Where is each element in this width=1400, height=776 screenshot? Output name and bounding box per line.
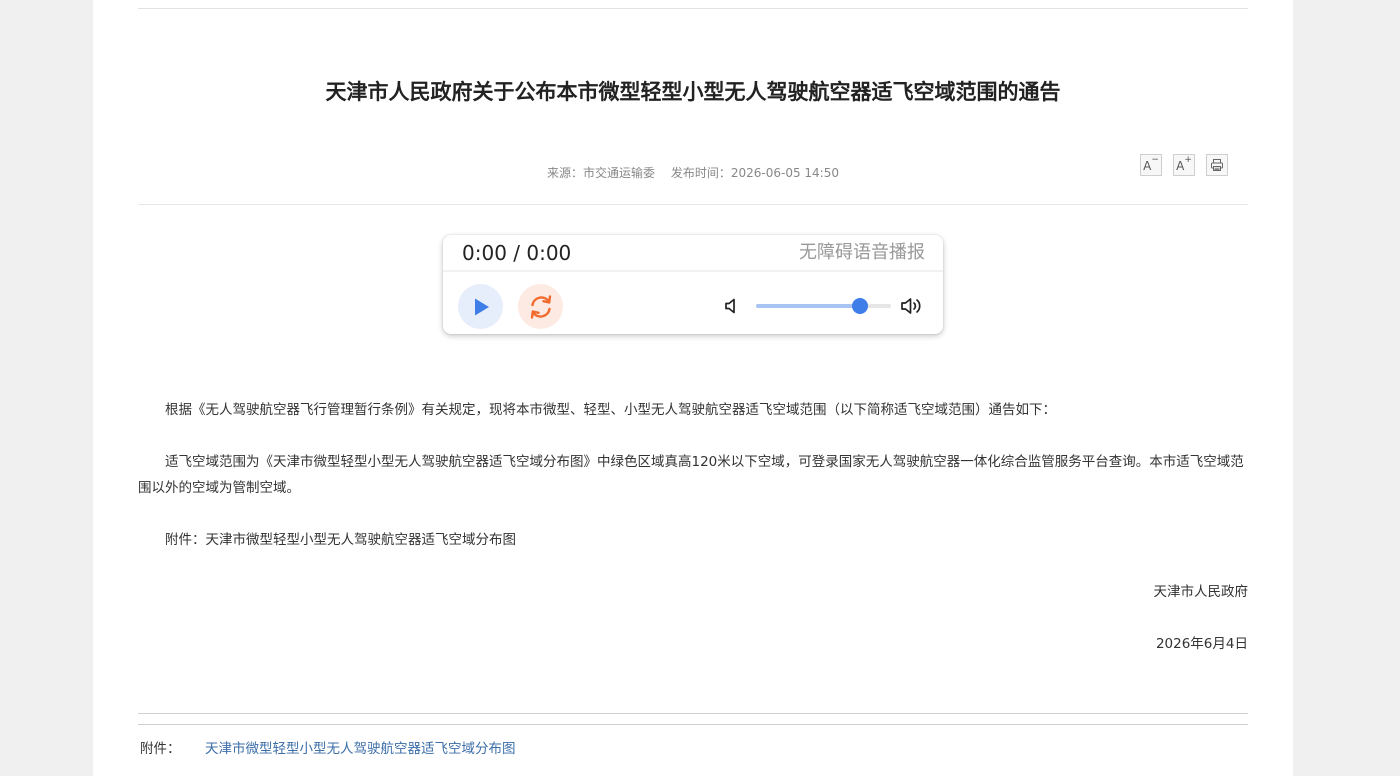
signature-date: 2026年6月4日: [1155, 636, 1248, 652]
meta-divider: [138, 204, 1248, 205]
top-divider: [138, 8, 1248, 9]
signature-org: 天津市人民政府: [1153, 584, 1249, 600]
play-icon: [474, 298, 489, 315]
body-paragraph-1: 根据《无人驾驶航空器飞行管理暂行条例》有关规定，现将本市微型、轻型、小型无人驾驶…: [165, 402, 1056, 418]
body-paragraph-2: 适飞空域范围为《天津市微型轻型小型无人驾驶航空器适飞空域分布图》中绿色区域真高1…: [138, 454, 1244, 496]
font-increase-icon: A+: [1176, 154, 1192, 173]
volume-slider[interactable]: [756, 298, 891, 314]
article-source: 来源：市交通运输委: [547, 166, 656, 180]
volume-high-icon[interactable]: [900, 295, 924, 317]
play-button[interactable]: [458, 284, 503, 329]
article-publish-time: 发布时间：2026-06-05 14:50: [670, 166, 839, 180]
body-paragraph-3: 附件：天津市微型轻型小型无人驾驶航空器适飞空域分布图: [165, 532, 516, 548]
font-decrease-icon: A−: [1143, 154, 1159, 173]
font-increase-button[interactable]: A+: [1173, 154, 1195, 176]
print-button[interactable]: [1206, 154, 1228, 176]
article-title: 天津市人民政府关于公布本市微型轻型小型无人驾驶航空器适飞空域范围的通告: [325, 80, 1061, 105]
bottom-divider-1: [138, 713, 1248, 714]
player-label: 无障碍语音播报: [799, 242, 925, 263]
player-divider: [443, 270, 943, 272]
article-meta: 来源：市交通运输委 发布时间：2026-06-05 14:50: [138, 164, 1248, 181]
font-decrease-button[interactable]: A−: [1140, 154, 1162, 176]
volume-fill: [756, 304, 860, 308]
attachment-label: 附件：: [140, 741, 181, 757]
volume-low-icon[interactable]: [722, 296, 742, 316]
volume-handle[interactable]: [851, 298, 868, 314]
article-tools: A− A+: [1140, 154, 1228, 176]
replay-button[interactable]: [518, 284, 563, 329]
player-time: 0:00 / 0:00: [462, 241, 572, 265]
bottom-divider-2: [138, 724, 1248, 725]
article-page: 天津市人民政府关于公布本市微型轻型小型无人驾驶航空器适飞空域范围的通告 来源：市…: [93, 0, 1293, 776]
attachment-link[interactable]: 天津市微型轻型小型无人驾驶航空器适飞空域分布图: [205, 737, 516, 761]
replay-icon: [530, 294, 551, 319]
audio-player: 0:00 / 0:00 无障碍语音播报: [443, 235, 943, 334]
print-icon: [1211, 159, 1223, 171]
